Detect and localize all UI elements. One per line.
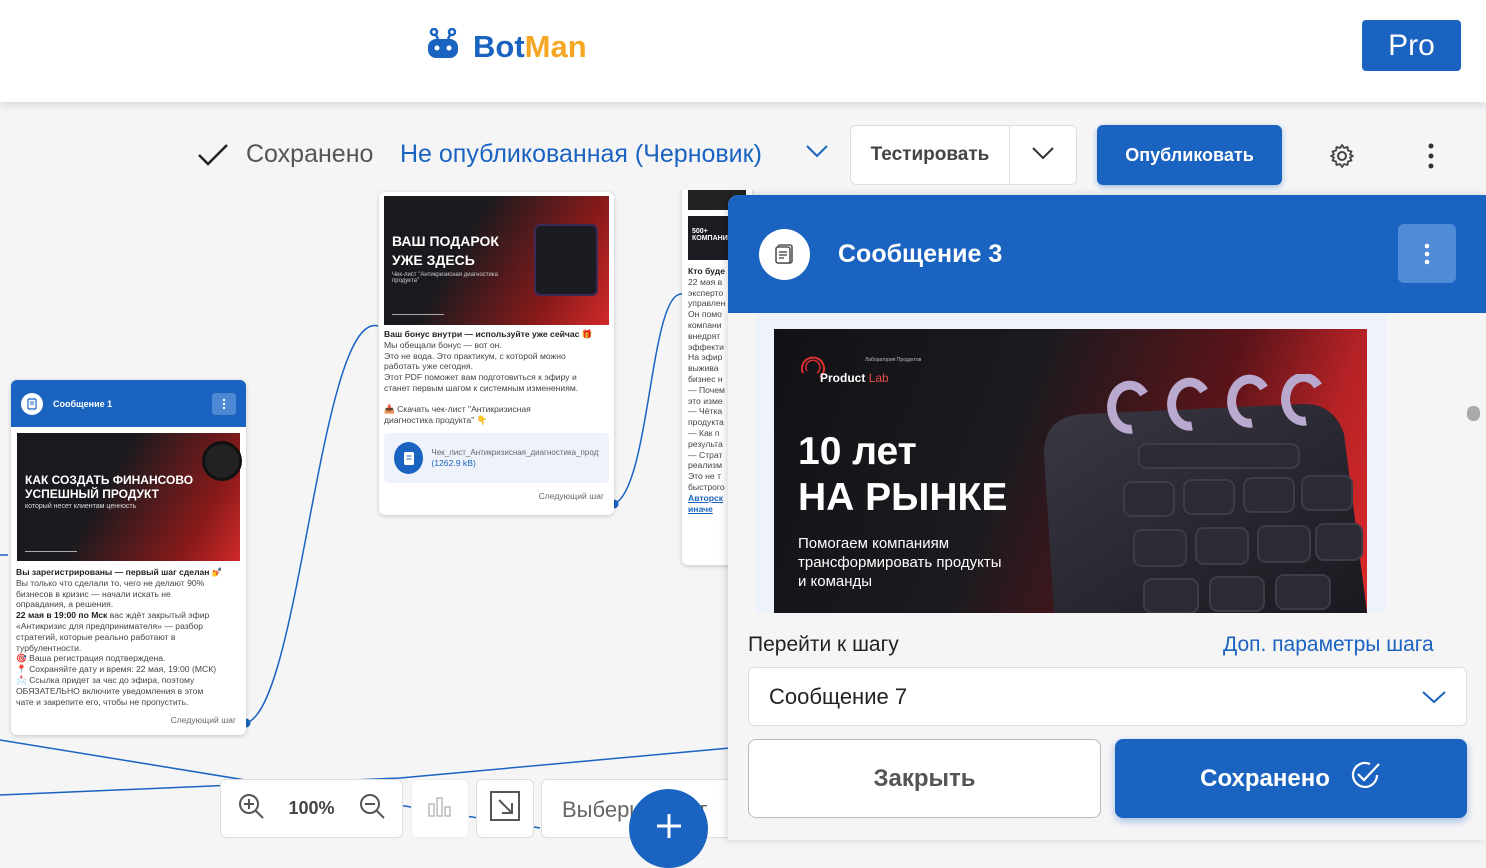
panel-menu-button[interactable] <box>1398 224 1456 283</box>
scrollbar-thumb[interactable] <box>1467 406 1480 421</box>
banner-logo-text: Product Lab <box>820 371 889 385</box>
zoom-controls: 100% <box>220 779 403 838</box>
node-message-text: Ваш бонус внутри — используйте уже сейча… <box>384 329 593 425</box>
save-button[interactable]: Сохранено <box>1115 739 1467 818</box>
logo-text-man: Man <box>524 28 587 64</box>
goto-step-label: Перейти к шагу <box>748 633 899 656</box>
robot-icon <box>425 27 461 65</box>
node-message-text: Вы зарегистрированы — первый шаг сделан … <box>16 567 223 707</box>
test-dropdown-button[interactable] <box>1010 126 1076 184</box>
pro-button[interactable]: Pro <box>1362 20 1461 71</box>
file-attachment[interactable]: Чек_лист_Антикризисная_диагностика_проду… <box>384 433 609 484</box>
bar-chart-icon <box>427 794 453 823</box>
select-value: Сообщение 7 <box>769 683 908 709</box>
panel-title: Сообщение 3 <box>838 239 1003 268</box>
next-step-label: Следующий шаг <box>170 715 236 726</box>
save-button-label: Сохранено <box>1200 764 1330 792</box>
publish-button[interactable]: Опубликовать <box>1097 125 1282 185</box>
add-step-button[interactable] <box>629 789 708 868</box>
close-button[interactable]: Закрыть <box>748 739 1101 818</box>
banner-title: ВАШ ПОДАРОК УЖЕ ЗДЕСЬ <box>392 233 499 268</box>
node-banner-image: КАК СОЗДАТЬ ФИНАНСОВО УСПЕШНЫЙ ПРОДУКТ к… <box>17 433 242 561</box>
message-icon <box>21 392 43 415</box>
message-icon <box>759 228 810 280</box>
check-circle-icon <box>1348 758 1382 799</box>
saved-status: Сохранено <box>246 140 374 168</box>
chevron-down-icon[interactable] <box>806 144 828 163</box>
banner-subtitle: Помогаем компаниям трансформировать прод… <box>798 535 1002 590</box>
coin-graphic <box>202 441 242 481</box>
node-menu-button[interactable] <box>212 392 236 415</box>
logo-text-bot: Bot <box>473 28 525 64</box>
file-size: (1262.9 kB) <box>431 458 476 469</box>
step-params-link[interactable]: Доп. параметры шага <box>1223 633 1434 657</box>
flow-node-message-2[interactable]: ВАШ ПОДАРОК УЖЕ ЗДЕСЬ Чек-лист "Антикриз… <box>379 192 614 515</box>
chevron-down-icon <box>1422 684 1446 710</box>
step-editor-panel: Сообщение 3 Product Lab Лаборатория Прод… <box>728 195 1486 840</box>
editor-toolbar: Сохранено Не опубликованная (Черновик) Т… <box>0 120 1486 190</box>
zoom-in-icon[interactable] <box>237 792 265 825</box>
zoom-level: 100% <box>288 798 335 818</box>
top-bar: BotMan Pro <box>0 0 1486 102</box>
stats-button[interactable] <box>411 779 469 838</box>
plus-icon <box>654 811 684 846</box>
fit-view-button[interactable] <box>476 779 534 838</box>
gift-graphic <box>534 224 598 296</box>
banner-title: КАК СОЗДАТЬ ФИНАНСОВО УСПЕШНЫЙ ПРОДУКТ <box>25 473 194 501</box>
test-button[interactable]: Тестировать <box>851 126 1010 184</box>
file-name: Чек_лист_Антикризисная_диагностика_проду… <box>431 448 599 458</box>
node-title: Сообщение 1 <box>53 398 113 409</box>
banner-subtitle: Чек-лист "Антикризисная диагностика прод… <box>392 272 498 284</box>
more-options-icon[interactable] <box>1421 142 1441 175</box>
arrow-down-right-icon <box>488 789 522 828</box>
file-icon <box>394 442 424 475</box>
chevron-down-icon <box>1032 146 1054 165</box>
banner-headline: 10 лет НА РЫНКЕ <box>798 430 1008 519</box>
banner-small-text: Лаборатория Продуктов <box>865 357 922 363</box>
next-step-label: Следующий шаг <box>538 491 604 502</box>
goto-step-select[interactable]: Сообщение 7 <box>748 667 1467 726</box>
banner-subtitle: который несет клиентам ценность <box>25 503 137 510</box>
gear-icon[interactable] <box>1329 143 1355 174</box>
zoom-out-icon[interactable] <box>358 792 386 825</box>
botman-logo[interactable]: BotMan <box>425 27 587 65</box>
message-preview: Product Lab Лаборатория Продуктов 10 лет… <box>755 313 1386 613</box>
node-banner-image: ВАШ ПОДАРОК УЖЕ ЗДЕСЬ Чек-лист "Антикриз… <box>384 196 609 325</box>
test-button-group: Тестировать <box>850 125 1077 185</box>
publish-status-dropdown[interactable]: Не опубликованная (Черновик) <box>400 140 762 169</box>
check-icon <box>197 142 229 173</box>
preview-banner-image: Product Lab Лаборатория Продуктов 10 лет… <box>774 329 1367 613</box>
calendar-graphic <box>1044 374 1367 613</box>
flow-node-message-1[interactable]: Сообщение 1 КАК СОЗДАТЬ ФИНАНСОВО УСПЕШН… <box>11 380 246 735</box>
panel-header: Сообщение 3 <box>728 195 1486 313</box>
